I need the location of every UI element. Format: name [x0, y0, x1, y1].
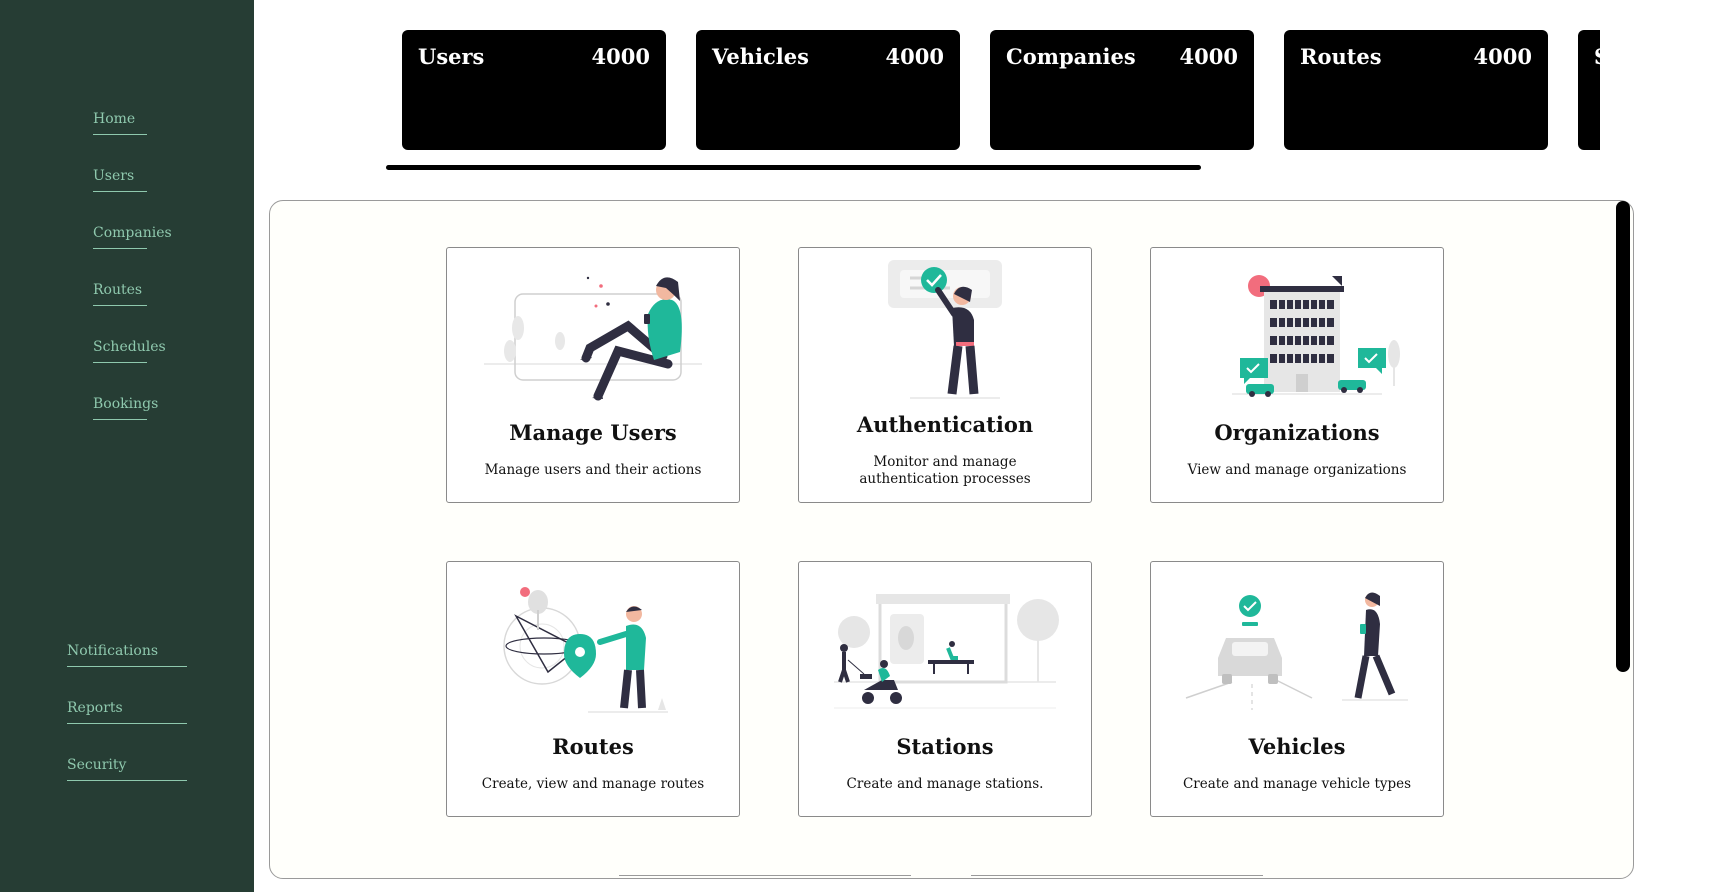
- sidebar-secondary-nav: Notifications Reports Security: [67, 642, 187, 813]
- stat-label: Users: [418, 44, 485, 69]
- stat-label: S: [1594, 44, 1600, 69]
- sidebar-item-companies[interactable]: Companies: [93, 224, 172, 249]
- tile-description: View and manage organizations: [1187, 462, 1407, 478]
- sidebar: Home Users Companies Routes Schedules Bo…: [0, 0, 254, 892]
- car-person-illustration: [1185, 592, 1408, 710]
- stat-card-routes[interactable]: Routes 4000: [1284, 30, 1548, 150]
- bus-station-illustration: [834, 594, 1059, 709]
- sidebar-main-nav: Home Users Companies Routes Schedules Bo…: [93, 110, 172, 452]
- stats-carousel[interactable]: Users 4000 Vehicles 4000 Companies 4000 …: [386, 0, 1600, 172]
- person-map-pin-illustration: [503, 587, 668, 713]
- person-checkmark-illustration: [888, 260, 1002, 399]
- panel-vertical-scrollbar[interactable]: [1616, 201, 1630, 672]
- sidebar-item-notifications[interactable]: Notifications: [67, 642, 187, 667]
- tile-organizations[interactable]: Organizations View and manage organizati…: [1150, 247, 1444, 503]
- tile-title: Routes: [552, 734, 634, 759]
- sidebar-item-home[interactable]: Home: [93, 110, 147, 135]
- tile-vehicles[interactable]: Vehicles Create and manage vehicle types: [1150, 561, 1444, 817]
- tile-title: Stations: [896, 734, 994, 759]
- sidebar-item-users[interactable]: Users: [93, 167, 147, 192]
- sidebar-item-reports[interactable]: Reports: [67, 699, 187, 724]
- stat-card-vehicles[interactable]: Vehicles 4000: [696, 30, 960, 150]
- stats-horizontal-scrollbar[interactable]: [386, 165, 1201, 170]
- person-sitting-phone-illustration: [484, 276, 702, 401]
- stat-value: 4000: [885, 44, 944, 69]
- sidebar-item-security[interactable]: Security: [67, 756, 187, 781]
- stat-value: 4000: [1179, 44, 1238, 69]
- tile-authentication[interactable]: Authentication Monitor and manage authen…: [798, 247, 1092, 503]
- tile-title: Authentication: [856, 412, 1034, 437]
- tile-routes[interactable]: Routes Create, view and manage routes: [446, 561, 740, 817]
- stat-label: Companies: [1006, 44, 1136, 69]
- tile-stations[interactable]: Stations Create and manage stations.: [798, 561, 1092, 817]
- tile-partial-top-edge: [971, 875, 1263, 878]
- stat-card-partial[interactable]: S: [1578, 30, 1600, 150]
- tile-title: Organizations: [1214, 420, 1380, 445]
- tile-title: Manage Users: [509, 420, 677, 445]
- tile-manage-users[interactable]: Manage Users Manage users and their acti…: [446, 247, 740, 503]
- tile-partial-top-edge: [619, 875, 911, 878]
- tile-description: Create and manage vehicle types: [1182, 776, 1412, 792]
- sidebar-item-routes[interactable]: Routes: [93, 281, 147, 306]
- stat-label: Vehicles: [712, 44, 809, 69]
- office-building-illustration: [1232, 275, 1400, 397]
- tile-description: Manage users and their actions: [484, 462, 702, 478]
- tile-description: Create and manage stations.: [846, 776, 1044, 792]
- sidebar-item-bookings[interactable]: Bookings: [93, 395, 158, 420]
- stat-value: 4000: [591, 44, 650, 69]
- tile-description: Monitor and manage authentication proces…: [859, 454, 1031, 487]
- stat-label: Routes: [1300, 44, 1382, 69]
- sidebar-item-schedules[interactable]: Schedules: [93, 338, 166, 363]
- tile-title: Vehicles: [1248, 734, 1346, 759]
- stat-card-users[interactable]: Users 4000: [402, 30, 666, 150]
- tile-description: Create, view and manage routes: [481, 776, 705, 792]
- modules-panel: Manage Users Manage users and their acti…: [269, 200, 1634, 879]
- stat-value: 4000: [1473, 44, 1532, 69]
- stat-card-companies[interactable]: Companies 4000: [990, 30, 1254, 150]
